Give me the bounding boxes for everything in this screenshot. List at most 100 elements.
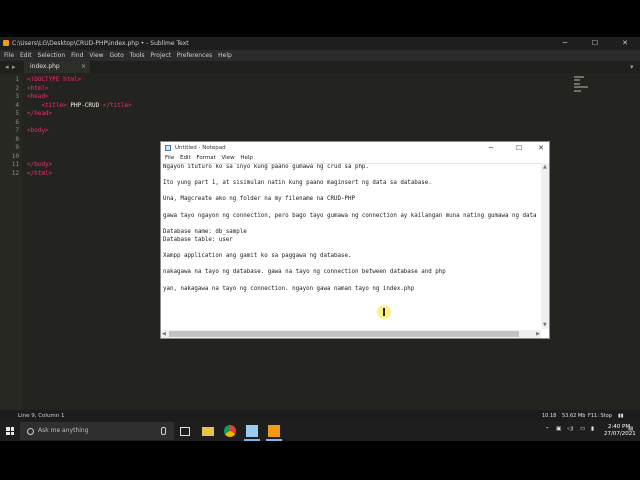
windows-taskbar: Ask me anything ⌃ ▣ ◁) ▭ ▮ 2:40 PM 27/07… <box>0 421 640 441</box>
chrome-icon[interactable] <box>224 425 236 437</box>
tab-nav-right-icon[interactable]: ▸ <box>12 61 16 73</box>
np-menu-view[interactable]: View <box>222 154 235 163</box>
microphone-icon[interactable] <box>161 427 166 435</box>
code-line: </head> <box>27 110 52 119</box>
code-tag: </head> <box>27 110 53 117</box>
tray-chevron-icon[interactable]: ⌃ <box>545 427 550 447</box>
maximize-icon[interactable]: ☐ <box>580 37 610 50</box>
line-number: 4 <box>15 101 19 109</box>
notepad-maximize-icon[interactable]: ☐ <box>509 142 529 154</box>
notepad-text-line: Database name: db_sample <box>163 228 247 235</box>
recorder-stat-2: 53.62 Mb <box>562 413 586 419</box>
notepad-title-bar: Untitled - Notepad ─ ☐ ✕ <box>161 142 549 154</box>
code-line: <!DOCTYPE html> <box>27 76 81 85</box>
menu-find[interactable]: Find <box>71 50 83 61</box>
code-line: <title> PHP-CRUD </title> <box>27 101 131 111</box>
minimap[interactable] <box>574 74 592 114</box>
sublime-title-bar: C:\Users\LG\Desktop\CRUD-PHP\index.php •… <box>0 37 640 50</box>
menu-file[interactable]: File <box>4 50 14 61</box>
volume-icon[interactable]: ◁) <box>567 426 573 446</box>
close-icon[interactable]: ✕ <box>610 37 640 50</box>
window-title: C:\Users\LG\Desktop\CRUD-PHP\index.php •… <box>12 40 189 47</box>
task-view-icon[interactable] <box>180 427 190 436</box>
menu-goto[interactable]: Goto <box>109 50 123 61</box>
menu-preferences[interactable]: Preferences <box>177 50 212 61</box>
taskbar-search-box[interactable]: Ask me anything <box>20 422 174 440</box>
line-number: 7 <box>15 127 19 134</box>
line-number: 8 <box>15 135 19 143</box>
notepad-text-area[interactable]: Ngayon ituturo ko sa inyo kung paano gum… <box>163 164 543 330</box>
minimize-icon[interactable]: ─ <box>550 37 580 50</box>
line-number: 1 <box>15 76 19 83</box>
tab-index-php[interactable]: index.php × <box>24 61 90 73</box>
notepad-icon <box>165 145 171 151</box>
tab-nav-left-icon[interactable]: ◂ <box>5 61 9 73</box>
np-menu-help[interactable]: Help <box>240 154 253 163</box>
recorder-stats: 10.18 53.62 Mb F11: Stop ▮▮ <box>540 411 640 421</box>
notepad-text-line: yan, nakagawa na tayo ng connection. nga… <box>163 285 415 292</box>
code-tag: <title> <box>41 101 67 109</box>
tab-bar: ◂ ▸ index.php × ▾ <box>0 61 640 73</box>
recorder-bars-icon: ▮▮ <box>618 413 624 419</box>
sublime-taskbar-icon[interactable] <box>268 425 280 437</box>
file-explorer-icon[interactable] <box>202 427 214 436</box>
sublime-menu-bar: File Edit Selection Find View Goto Tools… <box>0 50 640 61</box>
line-number: 6 <box>15 118 19 126</box>
scroll-down-icon[interactable]: ▼ <box>543 322 547 328</box>
line-number: 2 <box>15 84 19 92</box>
notepad-active-indicator <box>244 439 260 441</box>
notifications-icon[interactable]: ▤ <box>628 426 633 446</box>
horizontal-scroll-thumb[interactable] <box>169 331 519 337</box>
notepad-text-line: nakagawa na tayo ng database. gawa na ta… <box>163 269 446 276</box>
tab-close-icon[interactable]: × <box>81 61 86 73</box>
network-icon[interactable]: ▭ <box>580 426 585 446</box>
code-line: </html> <box>27 170 52 179</box>
recorder-stat-1: 10.18 <box>542 413 557 419</box>
line-number: 10 <box>11 152 19 160</box>
notepad-text-line: gawa tayo ngayon ng connection, pero bag… <box>163 212 537 219</box>
np-menu-edit[interactable]: Edit <box>180 154 191 163</box>
line-number: 11 <box>11 161 19 168</box>
notepad-horizontal-scrollbar[interactable]: ◀ ▶ <box>161 330 541 338</box>
notepad-close-icon[interactable]: ✕ <box>531 142 551 154</box>
notepad-text-line: Ngayon ituturo ko sa inyo kung paano gum… <box>163 164 369 170</box>
windows-start-icon[interactable] <box>6 427 14 435</box>
code-line: <html> <box>27 85 49 94</box>
scroll-left-icon[interactable]: ◀ <box>162 330 166 338</box>
line-gutter: 1 2 3 4 5 6 7 8 9 10 11 12 <box>0 74 22 415</box>
notepad-menu-bar: File Edit Format View Help <box>161 154 549 164</box>
tab-dropdown-icon[interactable]: ▾ <box>630 61 634 73</box>
menu-selection[interactable]: Selection <box>38 50 66 61</box>
notepad-title: Untitled - Notepad <box>175 145 226 151</box>
code-tag: <!DOCTYPE html> <box>27 76 82 83</box>
line-number: 3 <box>15 93 19 100</box>
recorder-stop-label[interactable]: F11: Stop <box>588 411 612 421</box>
notepad-minimize-icon[interactable]: ─ <box>481 142 501 154</box>
sublime-active-indicator <box>266 439 282 441</box>
code-line: <head> <box>27 93 49 102</box>
code-tag: <html> <box>27 84 49 92</box>
notepad-text-line: Una, Magcreate ako ng folder na my filen… <box>163 196 355 203</box>
menu-help[interactable]: Help <box>218 50 232 61</box>
search-placeholder: Ask me anything <box>38 427 89 434</box>
battery-icon[interactable]: ▮ <box>591 426 594 446</box>
line-number: 5 <box>15 110 19 117</box>
notepad-vertical-scrollbar[interactable]: ▲ ▼ <box>541 163 549 329</box>
np-menu-format[interactable]: Format <box>196 154 215 163</box>
notepad-text-line: Xampp application ang gamit ko sa paggaw… <box>163 253 352 260</box>
search-icon <box>27 428 34 435</box>
sublime-app-icon <box>3 40 9 46</box>
tray-app-icon[interactable]: ▣ <box>556 426 561 446</box>
menu-tools[interactable]: Tools <box>130 50 145 61</box>
code-text: PHP-CRUD <box>66 101 103 109</box>
scroll-right-icon[interactable]: ▶ <box>536 330 540 338</box>
scroll-up-icon[interactable]: ▲ <box>543 164 547 170</box>
notepad-taskbar-icon[interactable] <box>246 425 258 437</box>
line-number: 9 <box>15 144 19 151</box>
tab-label: index.php <box>30 63 60 70</box>
menu-project[interactable]: Project <box>150 50 171 61</box>
menu-edit[interactable]: Edit <box>20 50 32 61</box>
menu-view[interactable]: View <box>89 50 103 61</box>
code-tag: </html> <box>27 169 53 177</box>
np-menu-file[interactable]: File <box>165 154 174 163</box>
